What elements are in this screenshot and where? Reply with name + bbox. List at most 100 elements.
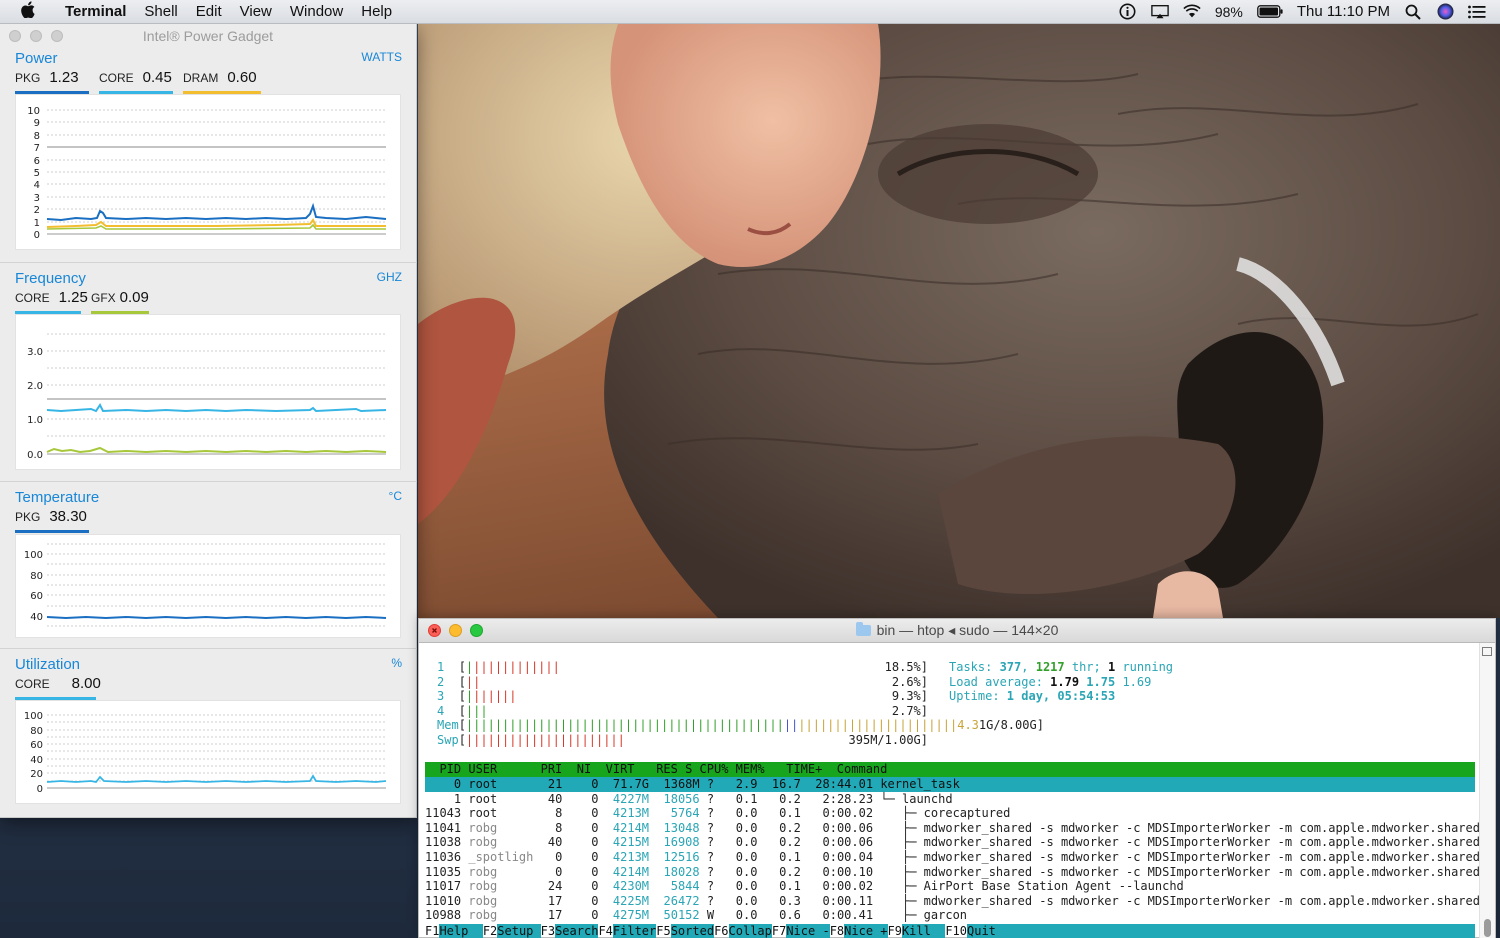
scroll-thumb[interactable]: [1484, 919, 1491, 937]
menu-window[interactable]: Window: [281, 0, 352, 24]
process-virt: 4213M: [605, 806, 650, 821]
terminal-scrollbar[interactable]: [1479, 643, 1495, 938]
temperature-pkg-line: [46, 615, 387, 620]
table-row[interactable]: 11043 root 8 0 4213M 5764 ? 0.0 0.1 0:00…: [425, 806, 1475, 821]
y-tick: 0: [37, 784, 43, 795]
frequency-core-line: [46, 403, 387, 413]
fkey-filter[interactable]: Filter: [612, 924, 657, 938]
y-tick: 2: [34, 205, 40, 216]
table-row[interactable]: 11038 robg 40 0 4215M 16908 ? 0.0 0.2 0:…: [425, 835, 1480, 850]
readout-value: 1.23: [49, 69, 79, 86]
y-tick: 60: [30, 740, 43, 751]
video-frame[interactable]: [418, 24, 1500, 618]
fkey-search[interactable]: Search: [555, 924, 599, 938]
process-user: robg: [468, 879, 534, 894]
swap-meter: Swp[||||||||||||||||||||||: [437, 733, 625, 748]
cpu-percent-3: 9.3%]: [881, 689, 928, 704]
power-gadget-titlebar[interactable]: Intel® Power Gadget: [0, 24, 416, 48]
table-row[interactable]: 10988 robg 17 0 4275M 50152 W 0.0 0.6 0:…: [425, 908, 1475, 923]
cpu-percent: 2.6%]: [891, 675, 928, 689]
divider: [0, 262, 417, 263]
folder-icon: [855, 622, 871, 636]
y-tick: 80: [30, 571, 43, 582]
function-key-bar: F1 Help F2 Setup F3 Search F4 Filter F5 Sorte…: [425, 924, 1475, 938]
zoom-button[interactable]: [470, 624, 483, 637]
fkey-help[interactable]: Help: [439, 924, 483, 938]
bracket: [: [458, 733, 466, 747]
y-tick: 3: [34, 193, 40, 204]
y-tick: 9: [34, 118, 40, 129]
table-row[interactable]: 1 root 40 0 4227M 18056 ? 0.1 0.2 2:28.2…: [425, 792, 1475, 807]
menu-help[interactable]: Help: [352, 0, 401, 24]
table-row[interactable]: 11017 robg 24 0 4230M 5844 ? 0.0 0.1 0:0…: [425, 879, 1475, 894]
fkey-quit[interactable]: Quit: [967, 924, 1475, 938]
y-tick: 100: [24, 550, 43, 561]
uptime-line: Uptime: 1 day, 05:54:53: [949, 689, 1115, 704]
wifi-icon[interactable]: [1183, 4, 1201, 20]
apple-icon[interactable]: [0, 0, 56, 23]
close-icon: [432, 628, 437, 633]
process-pri: 17: [540, 908, 563, 923]
mem-meter: Mem[||||||||||||||||||||||||||||||||||||…: [437, 718, 1044, 733]
menu-edit[interactable]: Edit: [187, 0, 231, 24]
y-tick: 2.0: [27, 381, 43, 392]
fkey-nice-minus[interactable]: Nice -: [786, 924, 830, 938]
uptime-value: 1 day, 05:54:53: [1006, 689, 1116, 703]
list-icon[interactable]: [1468, 4, 1486, 20]
temperature-chart-svg: 100 80 60 40: [24, 543, 387, 627]
fkey: F3: [540, 924, 556, 938]
bracket: [: [458, 675, 466, 689]
process-cmd: ├─ mdworker_shared -s mdworker -c MDSImp…: [880, 850, 1480, 864]
fkey-setup[interactable]: Setup: [497, 924, 541, 938]
search-icon[interactable]: [1404, 4, 1422, 20]
process-cpu: 0.0: [721, 850, 758, 864]
terminal-content[interactable]: 1 [||||||||||||| 18.5%] 2 [|| 2.6%] 3 [|…: [419, 643, 1480, 938]
clock[interactable]: Thu 11:10 PM: [1297, 3, 1390, 20]
fkey-collapse[interactable]: Collap: [728, 924, 772, 938]
tasks-line: Tasks: 377, 1217 thr; 1 running: [949, 660, 1173, 675]
terminal-titlebar[interactable]: bin — htop ◂ sudo — 144×20: [419, 619, 1495, 643]
process-time: 28:44.01: [808, 777, 874, 791]
fkey-sorted[interactable]: Sorted: [670, 924, 715, 938]
battery-percent[interactable]: 98%: [1215, 4, 1243, 20]
process-s: W: [706, 908, 715, 923]
siri-icon[interactable]: [1436, 3, 1454, 20]
menu-shell[interactable]: Shell: [135, 0, 186, 24]
menu-app-name[interactable]: Terminal: [56, 0, 135, 24]
battery-icon[interactable]: [1257, 4, 1283, 20]
close-button[interactable]: [428, 624, 441, 637]
process-res: 5764: [656, 806, 700, 821]
info-icon[interactable]: [1119, 3, 1137, 20]
table-row-selected[interactable]: 0 root 21 0 71.7G 1368M ? 2.9 16.7 28:44…: [425, 777, 1475, 792]
load-15: 1.69: [1122, 675, 1152, 689]
table-row[interactable]: 11035 robg 0 0 4214M 18028 ? 0.0 0.2 0:0…: [425, 865, 1480, 880]
process-virt: 4275M: [605, 908, 650, 923]
process-table-header[interactable]: PID USER PRI NI VIRT RES S CPU% MEM% TIM…: [425, 762, 1475, 777]
fkey-nice-plus[interactable]: Nice +: [844, 924, 888, 938]
process-s: ?: [706, 777, 715, 791]
process-pid: 10988: [425, 908, 462, 923]
bracket: [: [458, 660, 466, 674]
minimize-button[interactable]: [449, 624, 462, 637]
process-time: 0:00.02: [808, 806, 874, 821]
airplay-icon[interactable]: [1151, 4, 1169, 20]
table-row[interactable]: 11010 robg 17 0 4225M 26472 ? 0.0 0.3 0:…: [425, 894, 1480, 909]
process-mem: 0.2: [764, 820, 801, 835]
table-row[interactable]: 11036 _spotligh 0 0 4213M 12516 ? 0.0 0.…: [425, 850, 1480, 865]
menu-view[interactable]: View: [231, 0, 281, 24]
bracket: [: [458, 718, 466, 732]
process-pri: 40: [540, 791, 563, 806]
process-ni: 0: [569, 791, 599, 806]
temperature-chart: 100 80 60 40: [15, 534, 401, 638]
frequency-section: Frequency GHZ CORE 1.25 GFX 0.09: [0, 270, 417, 314]
video-image: [418, 24, 1500, 618]
y-tick: 1: [34, 218, 40, 229]
readout-key: CORE: [99, 71, 134, 85]
fkey: F7: [771, 924, 787, 938]
process-pri: 24: [540, 879, 563, 894]
cpu-meter-1: 1 [|||||||||||||: [437, 660, 560, 675]
process-ni: 0: [569, 777, 599, 791]
fkey-kill[interactable]: Kill: [901, 924, 946, 938]
table-row[interactable]: 11041 robg 8 0 4214M 13048 ? 0.0 0.2 0:0…: [425, 820, 1480, 836]
process-mem: 0.1: [764, 850, 801, 864]
